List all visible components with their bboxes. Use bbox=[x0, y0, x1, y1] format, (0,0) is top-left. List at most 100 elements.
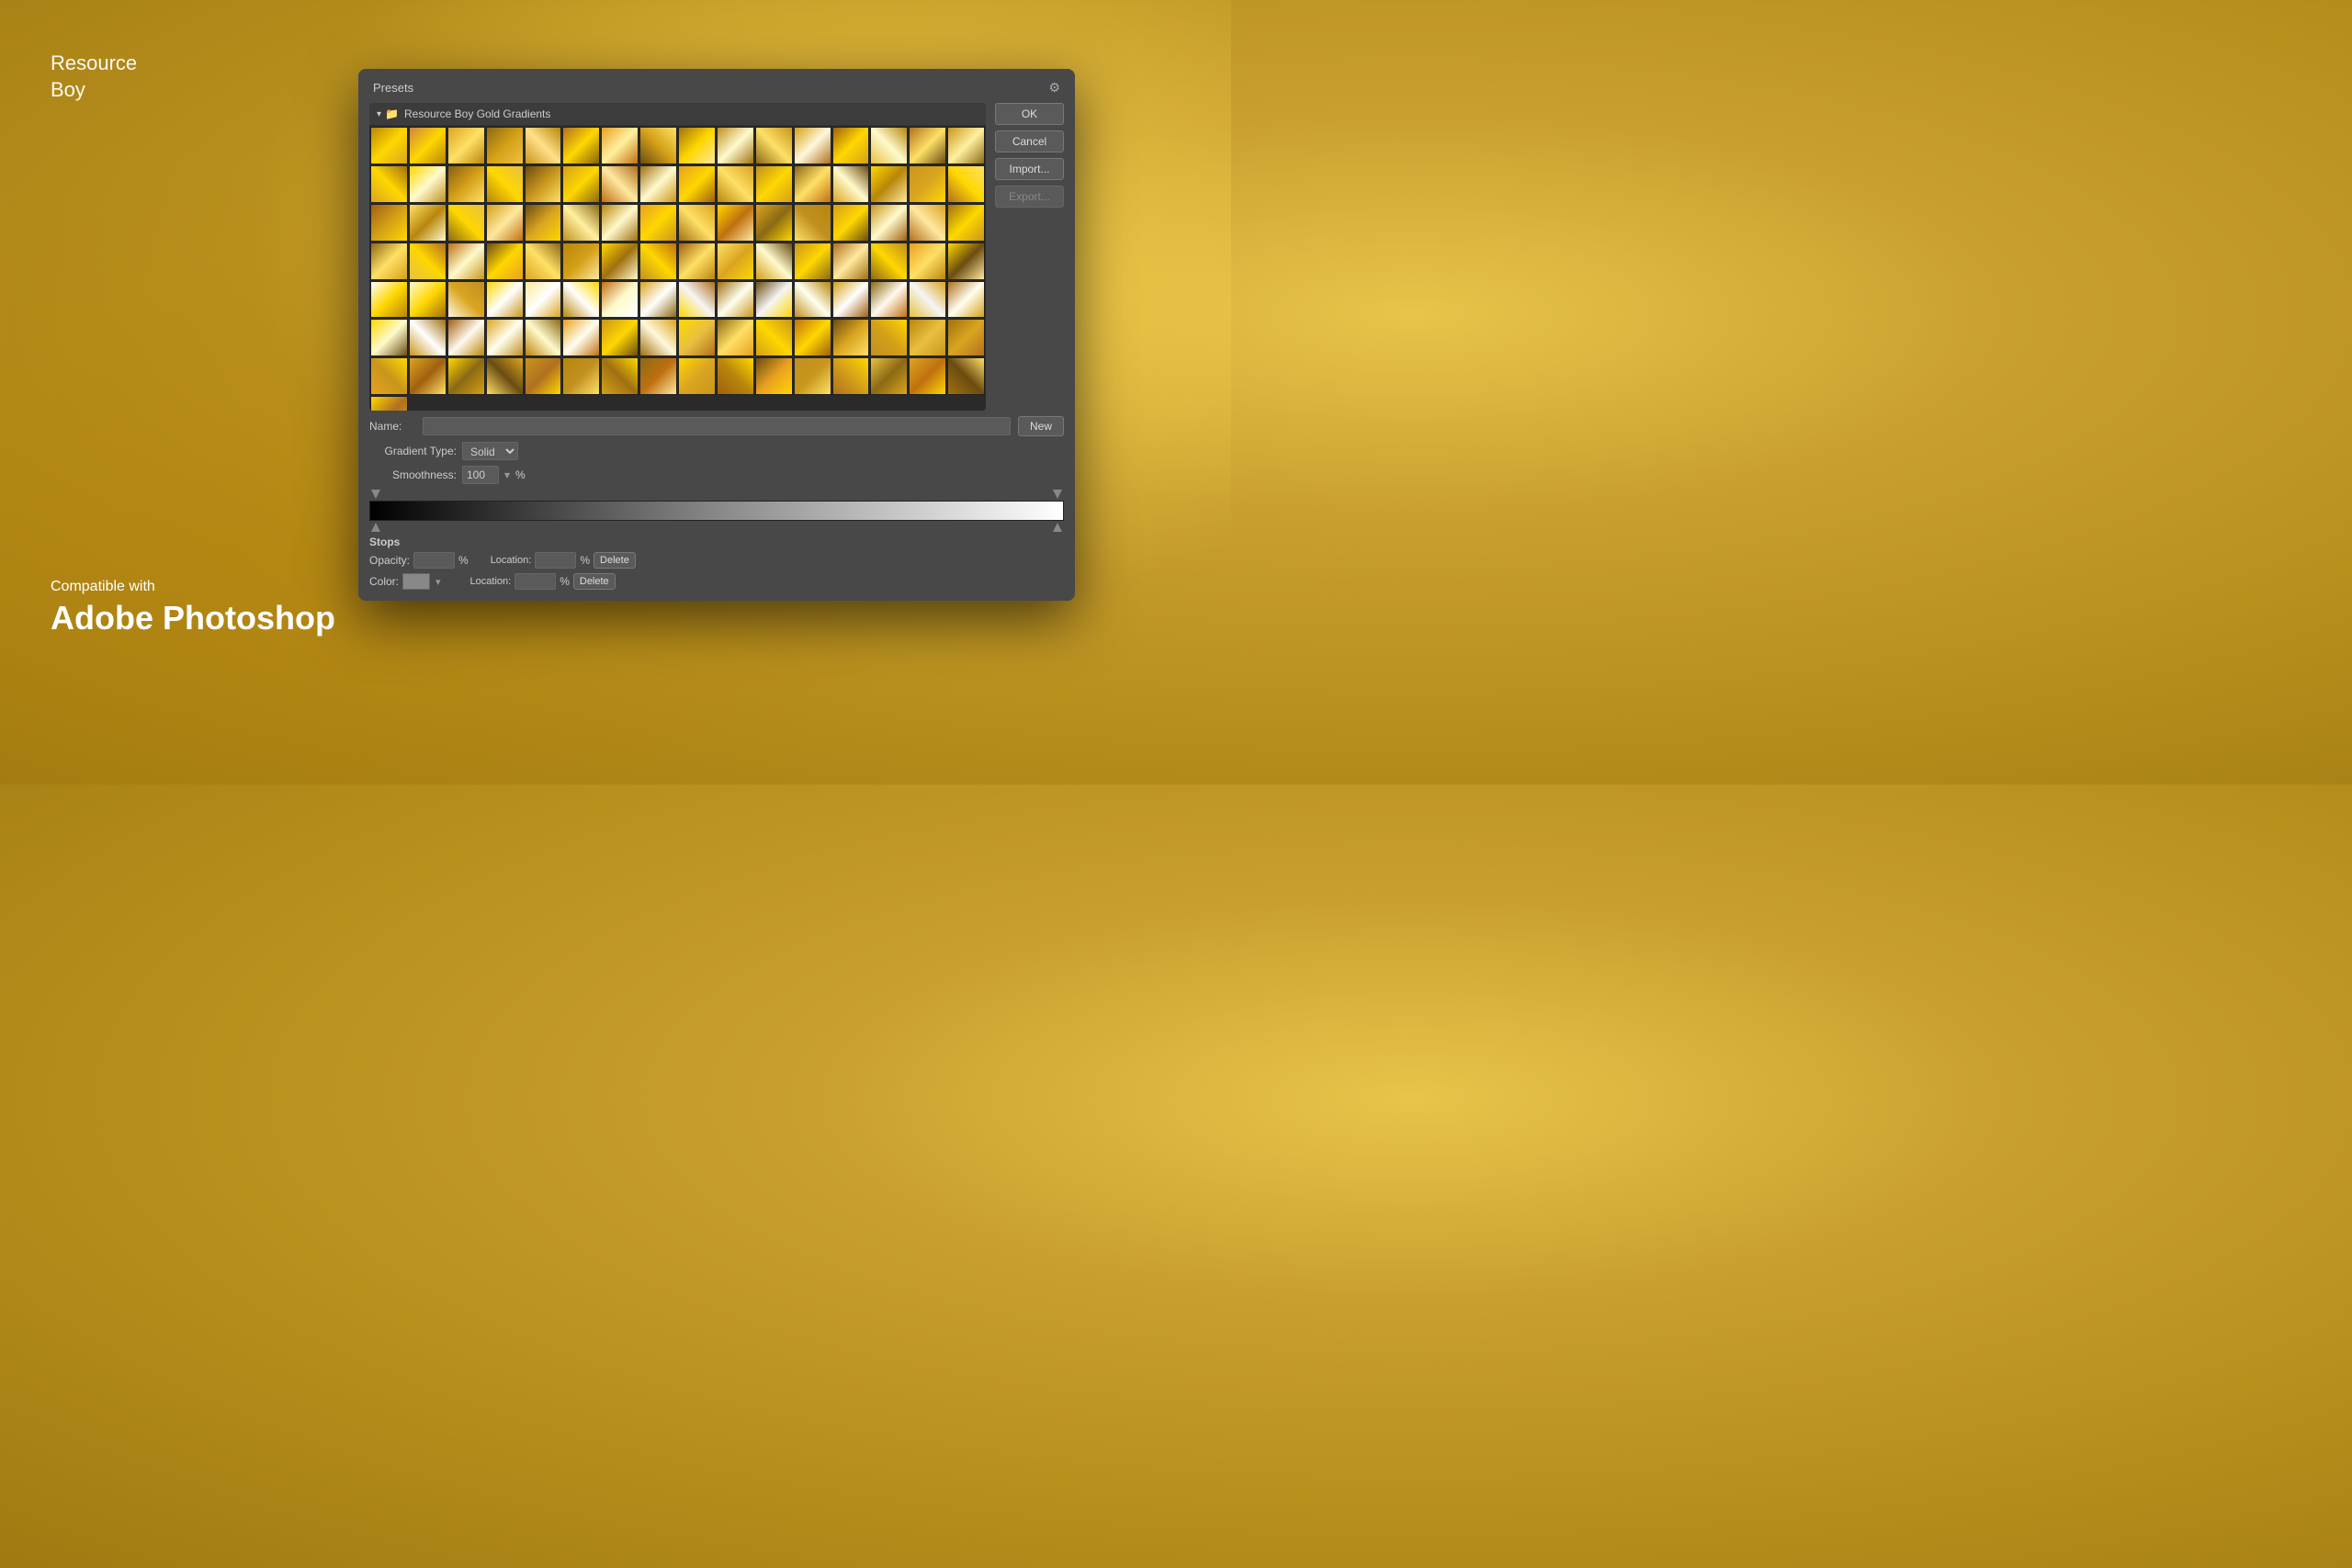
gradient-swatch[interactable] bbox=[370, 204, 408, 242]
gradient-swatch[interactable] bbox=[601, 319, 639, 356]
opacity-delete-button[interactable]: Delete bbox=[594, 552, 636, 569]
gradient-swatch[interactable] bbox=[370, 127, 408, 164]
gradient-swatch[interactable] bbox=[755, 204, 793, 242]
gradient-swatch[interactable] bbox=[909, 281, 946, 319]
gradient-swatch[interactable] bbox=[639, 281, 677, 319]
stop-bottom-right[interactable] bbox=[1053, 523, 1062, 532]
gradient-swatch[interactable] bbox=[370, 243, 408, 280]
gradient-swatch[interactable] bbox=[947, 204, 985, 242]
gradient-swatch[interactable] bbox=[755, 165, 793, 203]
gradient-swatch[interactable] bbox=[909, 319, 946, 356]
name-input[interactable] bbox=[423, 417, 1011, 435]
gradient-swatch[interactable] bbox=[870, 204, 908, 242]
gradient-swatch[interactable] bbox=[947, 243, 985, 280]
gradient-swatch[interactable] bbox=[562, 281, 600, 319]
gradient-swatch[interactable] bbox=[870, 357, 908, 395]
gradient-swatch[interactable] bbox=[717, 357, 754, 395]
gradient-swatch[interactable] bbox=[447, 243, 485, 280]
gradient-swatch[interactable] bbox=[755, 281, 793, 319]
gradient-swatch[interactable] bbox=[678, 204, 716, 242]
gradient-swatch[interactable] bbox=[755, 127, 793, 164]
gradient-swatch[interactable] bbox=[794, 243, 831, 280]
gradient-swatch[interactable] bbox=[601, 204, 639, 242]
gradient-swatch[interactable] bbox=[525, 243, 562, 280]
gradient-swatch[interactable] bbox=[947, 319, 985, 356]
cancel-button[interactable]: Cancel bbox=[995, 130, 1064, 152]
gradient-swatch[interactable] bbox=[486, 165, 524, 203]
gradient-swatch[interactable] bbox=[409, 357, 447, 395]
gradient-swatch[interactable] bbox=[370, 357, 408, 395]
gradient-swatch[interactable] bbox=[832, 165, 870, 203]
gradient-swatch[interactable] bbox=[601, 127, 639, 164]
gradient-swatch[interactable] bbox=[409, 243, 447, 280]
gradient-swatch[interactable] bbox=[717, 127, 754, 164]
gradient-swatch[interactable] bbox=[525, 204, 562, 242]
ok-button[interactable]: OK bbox=[995, 103, 1064, 125]
gradient-swatch[interactable] bbox=[717, 319, 754, 356]
gradient-swatch[interactable] bbox=[639, 204, 677, 242]
gradient-swatch[interactable] bbox=[832, 243, 870, 280]
gradient-swatch[interactable] bbox=[678, 243, 716, 280]
gradient-swatch[interactable] bbox=[794, 281, 831, 319]
gradient-swatch[interactable] bbox=[601, 281, 639, 319]
gradient-swatch[interactable] bbox=[947, 281, 985, 319]
gradient-swatch[interactable] bbox=[755, 357, 793, 395]
gradient-swatch[interactable] bbox=[447, 281, 485, 319]
gradient-swatch[interactable] bbox=[486, 243, 524, 280]
gradient-swatch[interactable] bbox=[947, 165, 985, 203]
gradient-swatch[interactable] bbox=[717, 243, 754, 280]
gradient-swatch[interactable] bbox=[755, 243, 793, 280]
gradient-swatch[interactable] bbox=[601, 165, 639, 203]
gradient-swatch[interactable] bbox=[447, 165, 485, 203]
gradient-swatch[interactable] bbox=[947, 127, 985, 164]
gradient-swatch[interactable] bbox=[601, 357, 639, 395]
color-box[interactable] bbox=[402, 573, 430, 590]
gradient-swatch[interactable] bbox=[870, 319, 908, 356]
gradient-swatch[interactable] bbox=[562, 319, 600, 356]
gradient-swatch[interactable] bbox=[486, 281, 524, 319]
smoothness-input[interactable] bbox=[462, 466, 499, 484]
gradient-swatch[interactable] bbox=[486, 127, 524, 164]
gradient-swatch[interactable] bbox=[639, 165, 677, 203]
color-delete-button[interactable]: Delete bbox=[573, 573, 616, 590]
gradient-swatch[interactable] bbox=[832, 204, 870, 242]
gradient-swatch[interactable] bbox=[447, 357, 485, 395]
gradient-swatch[interactable] bbox=[794, 165, 831, 203]
stop-top-left[interactable] bbox=[371, 490, 380, 499]
gradient-swatch[interactable] bbox=[832, 357, 870, 395]
new-button[interactable]: New bbox=[1018, 416, 1064, 436]
gradient-swatch[interactable] bbox=[832, 281, 870, 319]
gradient-swatch[interactable] bbox=[794, 357, 831, 395]
gradient-swatch[interactable] bbox=[525, 165, 562, 203]
import-button[interactable]: Import... bbox=[995, 158, 1064, 180]
gradient-swatch[interactable] bbox=[525, 319, 562, 356]
gradient-swatch[interactable] bbox=[409, 204, 447, 242]
gradient-swatch[interactable] bbox=[486, 204, 524, 242]
gradient-swatch[interactable] bbox=[678, 165, 716, 203]
gradient-swatch[interactable] bbox=[870, 165, 908, 203]
gradient-swatch[interactable] bbox=[678, 127, 716, 164]
gradient-swatch[interactable] bbox=[447, 127, 485, 164]
gradient-swatch[interactable] bbox=[717, 204, 754, 242]
gradient-swatch[interactable] bbox=[486, 357, 524, 395]
gear-icon[interactable]: ⚙ bbox=[1048, 80, 1060, 96]
gradient-swatch[interactable] bbox=[909, 127, 946, 164]
gradient-swatch[interactable] bbox=[678, 281, 716, 319]
stop-top-right[interactable] bbox=[1053, 490, 1062, 499]
export-button[interactable]: Export... bbox=[995, 186, 1064, 208]
gradient-swatch[interactable] bbox=[909, 165, 946, 203]
gradient-swatch[interactable] bbox=[717, 165, 754, 203]
stop-bottom-left[interactable] bbox=[371, 523, 380, 532]
gradient-swatch[interactable] bbox=[909, 357, 946, 395]
gradient-swatch[interactable] bbox=[639, 243, 677, 280]
gradient-swatch[interactable] bbox=[562, 204, 600, 242]
gradient-swatch[interactable] bbox=[794, 127, 831, 164]
gradient-type-select[interactable]: Solid Noise bbox=[462, 442, 518, 460]
gradient-swatch[interactable] bbox=[562, 243, 600, 280]
gradient-swatch[interactable] bbox=[601, 243, 639, 280]
gradient-swatch[interactable] bbox=[832, 127, 870, 164]
gradient-swatch[interactable] bbox=[370, 281, 408, 319]
gradient-swatch[interactable] bbox=[678, 319, 716, 356]
gradient-swatch[interactable] bbox=[447, 319, 485, 356]
gradient-swatch[interactable] bbox=[639, 127, 677, 164]
